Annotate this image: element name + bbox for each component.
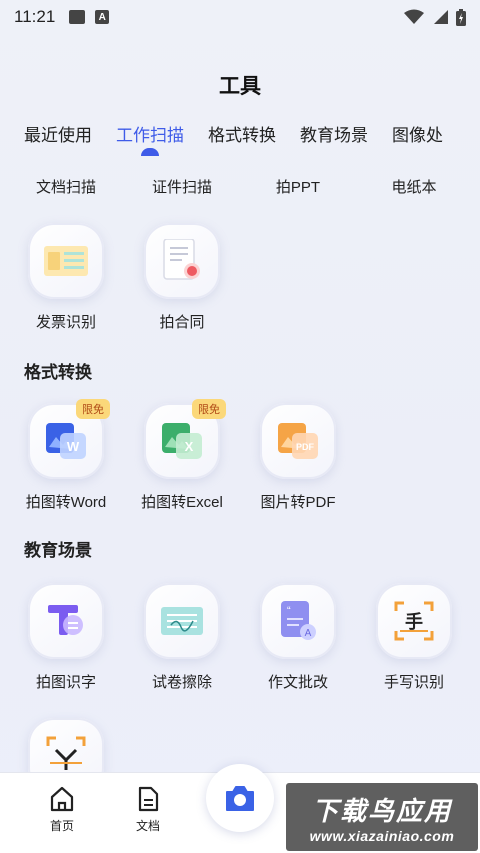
section-title-education: 教育场景	[24, 541, 92, 560]
status-time: 11:21	[14, 7, 56, 26]
tool-label: 拍图转Word	[25, 494, 107, 511]
tool-label: 证件扫描	[151, 179, 212, 196]
wifi-icon	[404, 9, 424, 24]
free-badge: 限免	[192, 399, 226, 419]
nav-home-label: 首页	[49, 819, 74, 833]
word-convert-icon: W 限免	[28, 399, 110, 479]
category-tabs: 最近使用 工作扫描 格式转换 教育场景 图像处	[0, 122, 480, 162]
watermark-main: 下载鸟应用	[311, 795, 452, 826]
tool-label: 文档扫描	[35, 179, 96, 196]
tool-image-to-pdf[interactable]: PDF 图片转PDF	[240, 403, 356, 512]
camera-icon	[226, 786, 254, 811]
essay-letter: A	[305, 628, 312, 639]
tool-label: 图片转PDF	[260, 494, 336, 511]
tool-e-paper[interactable]: 电纸本	[356, 176, 472, 197]
tool-id-scan[interactable]: 证件扫描	[124, 176, 240, 197]
tool-handwriting-recognition[interactable]: 手 手写识别	[356, 583, 472, 692]
a-notification-icon: A	[95, 10, 110, 24]
tool-label: 拍PPT	[275, 179, 321, 196]
tool-exam-erase[interactable]: 试卷擦除	[124, 583, 240, 692]
image-notification-icon	[69, 10, 86, 24]
tool-invoice-recognition[interactable]: 发票识别	[8, 223, 124, 332]
tool-label: 电纸本	[391, 179, 437, 196]
hand-char: 手	[405, 611, 423, 633]
handwriting-icon: 手	[376, 583, 452, 659]
tab-format-convert[interactable]: 格式转换	[196, 122, 288, 154]
watermark-url: www.xiazainiao.com	[309, 827, 455, 844]
nav-docs-label: 文档	[135, 819, 160, 833]
battery-icon	[456, 8, 466, 26]
home-icon	[50, 786, 74, 812]
tool-label: 拍图识字	[35, 674, 96, 691]
watermark: 下载鸟应用 www.xiazainiao.com	[286, 783, 478, 851]
scan-text-icon	[28, 718, 104, 772]
tool-label: 手写识别	[383, 674, 444, 691]
invoice-icon	[28, 223, 104, 299]
tools-content[interactable]: 文档扫描 证件扫描 拍PPT 电纸本 发票识别 拍合同 格式转换 W 限免 拍图…	[0, 162, 480, 772]
essay-grading-icon: “ A	[260, 583, 336, 659]
tool-photo-ocr[interactable]: 拍图识字	[8, 583, 124, 692]
status-bar: 11:21 A	[0, 0, 480, 34]
text-recognition-icon	[28, 583, 104, 659]
tab-work-scan[interactable]: 工作扫描	[104, 122, 196, 156]
pdf-convert-icon: PDF	[260, 403, 336, 479]
free-badge: 限免	[76, 399, 110, 419]
section-title-format: 格式转换	[24, 363, 92, 382]
tab-education[interactable]: 教育场景	[288, 122, 380, 154]
tool-ppt-scan[interactable]: 拍PPT	[240, 176, 356, 197]
excel-convert-icon: X 限免	[144, 399, 226, 479]
contract-icon	[144, 223, 220, 299]
tool-photo-to-excel[interactable]: X 限免 拍图转Excel	[124, 399, 240, 512]
exam-erase-icon	[144, 583, 220, 659]
tool-essay-grading[interactable]: “ A 作文批改	[240, 583, 356, 692]
signal-icon	[434, 10, 448, 24]
tool-photo-to-word[interactable]: W 限免 拍图转Word	[8, 399, 124, 512]
nav-home[interactable]: 首页	[32, 785, 92, 834]
document-icon	[138, 786, 159, 812]
camera-button[interactable]	[206, 764, 274, 832]
tool-label: 试卷擦除	[151, 674, 212, 691]
tool-doc-scan[interactable]: 文档扫描	[8, 176, 124, 197]
tool-label: 发票识别	[35, 314, 96, 331]
tab-recent[interactable]: 最近使用	[0, 122, 104, 154]
tool-label: 拍图转Excel	[141, 494, 223, 511]
pdf-letters: PDF	[296, 442, 315, 452]
tool-partial[interactable]	[8, 718, 124, 772]
svg-text:“: “	[287, 605, 291, 617]
tool-label: 拍合同	[159, 314, 205, 331]
page-title: 工具	[219, 75, 261, 98]
nav-docs[interactable]: 文档	[118, 785, 178, 834]
tool-contract-scan[interactable]: 拍合同	[124, 223, 240, 332]
excel-letter: X	[185, 439, 194, 454]
tool-label: 作文批改	[267, 674, 328, 691]
tab-image[interactable]: 图像处	[380, 122, 455, 154]
word-letter: W	[67, 439, 80, 454]
